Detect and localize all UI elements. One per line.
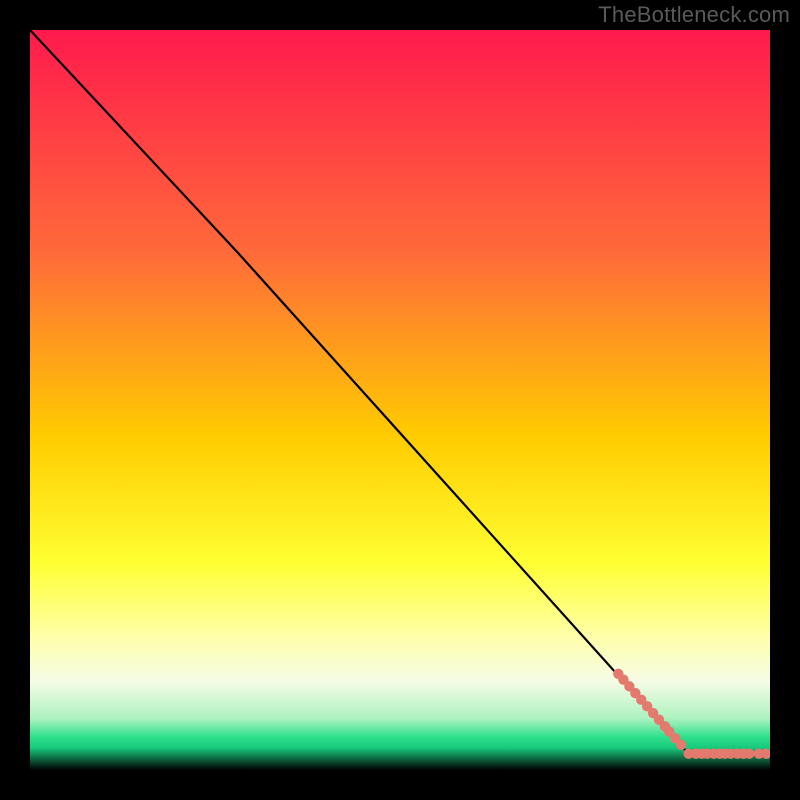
chart-container: TheBottleneck.com	[0, 0, 800, 800]
watermark-text: TheBottleneck.com	[598, 2, 790, 28]
marker-markers-bottom	[744, 749, 754, 759]
chart-svg	[30, 30, 770, 770]
chart-background	[30, 30, 770, 770]
plot-area	[30, 30, 770, 770]
marker-markers-descending	[676, 740, 686, 750]
